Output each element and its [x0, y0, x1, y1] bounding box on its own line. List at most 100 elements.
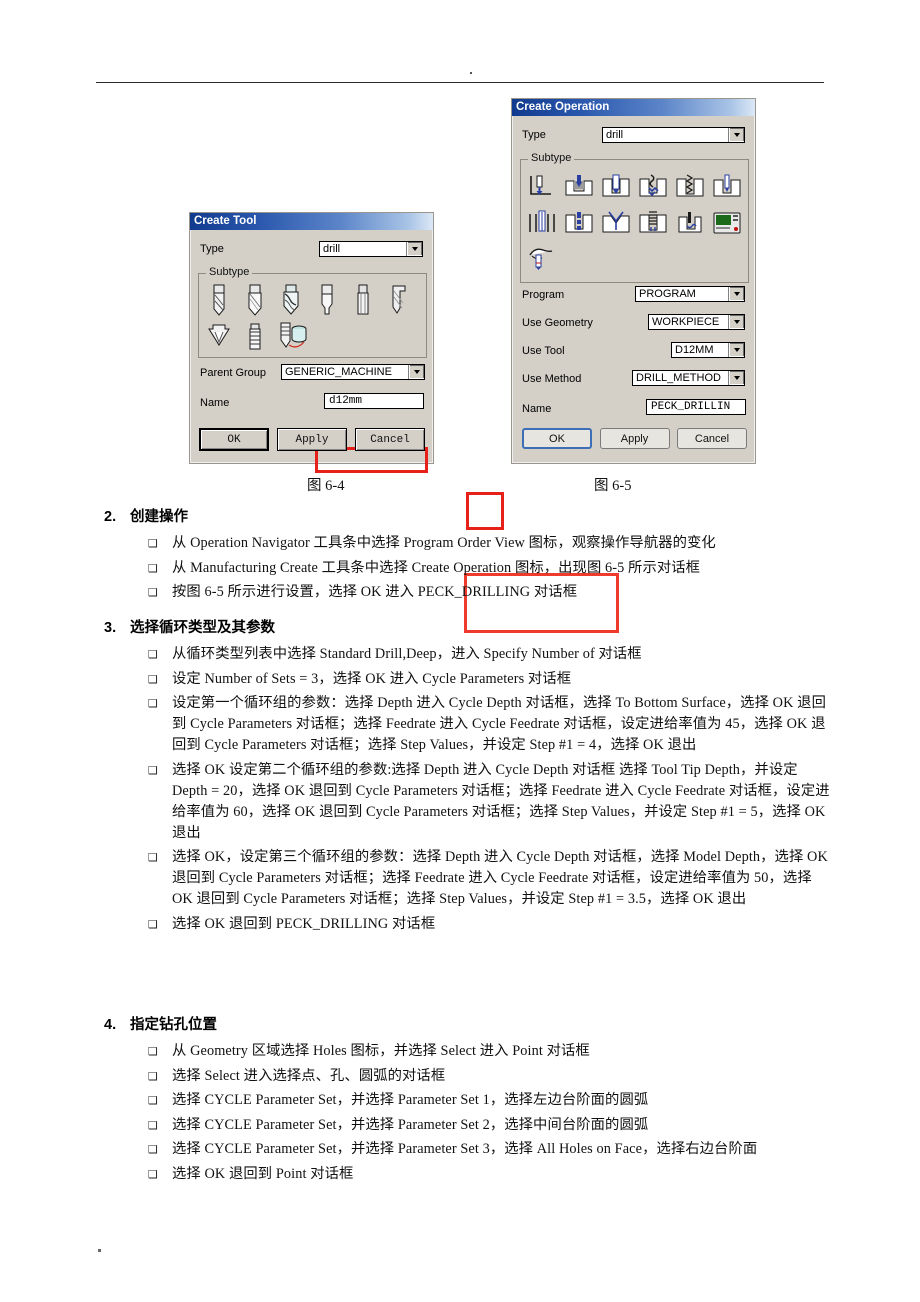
create-operation-type-row: Type drill: [522, 127, 747, 143]
list-item-text: 从循环类型列表中选择 Standard Drill,Deep，进入 Specif…: [172, 646, 642, 662]
create-tool-name-row: Name d12mm: [200, 393, 425, 409]
create-operation-program-combo[interactable]: PROGRAM: [635, 286, 745, 302]
peck-drilling-icon[interactable]: [635, 169, 671, 205]
step-drill-icon[interactable]: [274, 281, 308, 319]
section-3-bullets: ❑ 从循环类型列表中选择 Standard Drill,Deep，进入 Speci…: [148, 644, 836, 938]
apply-button[interactable]: Apply: [277, 428, 347, 451]
create-operation-subtype-grid[interactable]: [524, 169, 746, 273]
list-item-text: 选择 OK 设定第二个循环组的参数:选择 Depth 进入 Cycle Dept…: [172, 761, 830, 841]
create-operation-program-label: Program: [522, 289, 565, 301]
user-defined-drill-icon[interactable]: [524, 241, 560, 273]
create-tool-title: Create Tool: [194, 215, 257, 227]
create-operation-method-label: Use Method: [522, 373, 582, 385]
create-tool-parent-group-value: GENERIC_MACHINE: [285, 366, 392, 378]
bullet-marker: ❑: [148, 586, 158, 599]
list-item: ❑ 选择 OK，设定第三个循环组的参数：选择 Depth 进入 Cycle Dep…: [148, 847, 836, 910]
create-tool-name-value: d12mm: [329, 395, 363, 407]
list-item: ❑ 选择 OK 退回到 PECK_DRILLING 对话框: [148, 914, 836, 935]
figure-caption-left: 图 6-4: [307, 478, 345, 494]
create-tool-parent-group-label: Parent Group: [200, 367, 267, 379]
list-item: ❑ 从 Geometry 区域选择 Holes 图标，并选择 Select 进入 …: [148, 1041, 838, 1062]
list-item: ❑ 从 Operation Navigator 工具条中选择 Program Or…: [148, 533, 848, 554]
create-tool-type-row: Type drill: [200, 241, 425, 257]
ok-button[interactable]: OK: [522, 428, 592, 449]
twist-drill-icon[interactable]: [202, 281, 236, 319]
list-item-text: 选择 OK 退回到 PECK_DRILLING 对话框: [172, 915, 436, 932]
center-drill-icon[interactable]: [310, 281, 344, 319]
list-item-text: 选择 CYCLE Parameter Set，并选择 Parameter Set…: [172, 1116, 649, 1133]
spot-facing-icon[interactable]: [524, 169, 560, 205]
header-dot: [470, 72, 472, 74]
create-operation-method-combo[interactable]: DRILL_METHOD: [632, 370, 745, 386]
spiral-flute-drill-icon[interactable]: [238, 281, 272, 319]
create-operation-geometry-value: WORKPIECE: [652, 316, 720, 328]
chevron-down-icon[interactable]: [728, 371, 744, 385]
list-item-text: 选择 CYCLE Parameter Set，并选择 Parameter Set…: [172, 1141, 758, 1157]
counterbore-drill-icon[interactable]: [382, 281, 416, 319]
hole-milling-icon[interactable]: [672, 205, 708, 241]
bullet-marker: ❑: [148, 697, 158, 710]
section-heading-2: 2. 创建操作: [104, 505, 188, 526]
create-tool-titlebar: Create Tool: [190, 213, 433, 230]
create-tool-parent-group-row: Parent Group GENERIC_MACHINE: [200, 364, 425, 380]
document-page: Create Tool Type drill Subtype Parent Gr…: [0, 0, 920, 1302]
list-item-text: 从 Operation Navigator 工具条中选择 Program Ord…: [172, 535, 716, 551]
tap-icon[interactable]: [238, 319, 272, 355]
create-operation-name-input[interactable]: PECK_DRILLIN: [646, 399, 746, 415]
drilling-icon[interactable]: [598, 169, 634, 205]
tapping-icon[interactable]: [635, 205, 671, 241]
footer-mark: [98, 1249, 101, 1252]
chevron-down-icon[interactable]: [728, 287, 744, 301]
chevron-down-icon[interactable]: [728, 128, 744, 142]
boring-icon[interactable]: [709, 169, 745, 205]
create-tool-button-bar: OK Apply Cancel: [199, 428, 425, 451]
cancel-button[interactable]: Cancel: [677, 428, 747, 449]
cancel-button[interactable]: Cancel: [355, 428, 425, 451]
boring-bar-icon[interactable]: [274, 319, 314, 355]
chevron-down-icon[interactable]: [406, 242, 422, 256]
bullet-marker: ❑: [148, 1167, 158, 1181]
create-operation-geometry-combo[interactable]: WORKPIECE: [648, 314, 745, 330]
bullet-marker: ❑: [148, 672, 158, 686]
create-tool-selected-subtype-highlight: [466, 492, 504, 530]
create-operation-name-value: PECK_DRILLIN: [651, 401, 731, 413]
create-tool-type-combo[interactable]: drill: [319, 241, 423, 257]
create-operation-button-bar: OK Apply Cancel: [522, 428, 747, 449]
create-operation-tool-combo[interactable]: D12MM: [671, 342, 745, 358]
chevron-down-icon[interactable]: [408, 365, 424, 379]
reamer-icon[interactable]: [346, 281, 380, 319]
create-operation-type-combo[interactable]: drill: [602, 127, 745, 143]
list-item-text: 设定 Number of Sets = 3，选择 OK 进入 Cycle Par…: [172, 670, 572, 687]
chevron-down-icon[interactable]: [728, 315, 744, 329]
create-operation-type-label: Type: [522, 129, 546, 141]
create-operation-type-value: drill: [606, 129, 624, 141]
create-tool-parent-group-combo[interactable]: GENERIC_MACHINE: [281, 364, 425, 380]
bullet-marker: ❑: [148, 537, 158, 550]
break-chip-drilling-icon[interactable]: [672, 169, 708, 205]
spot-drilling-icon[interactable]: [561, 169, 597, 205]
section-title-3: 选择循环类型及其参数: [130, 620, 275, 636]
list-item: ❑ 选择 OK 退回到 Point 对话框: [148, 1164, 838, 1185]
create-tool-dialog[interactable]: Create Tool Type drill Subtype Parent Gr…: [189, 212, 619, 633]
list-item: ❑ 设定 Number of Sets = 3，选择 OK 进入 Cycle Pa…: [148, 669, 836, 690]
create-tool-subtype-grid[interactable]: [202, 281, 422, 355]
reaming-icon[interactable]: [524, 205, 560, 241]
list-item-text: 选择 OK，设定第三个循环组的参数：选择 Depth 进入 Cycle Dept…: [172, 849, 828, 907]
section-heading-4: 4. 指定钻孔位置: [104, 1013, 217, 1034]
apply-button[interactable]: Apply: [599, 428, 670, 449]
section-number-3: 3.: [104, 620, 117, 636]
chevron-down-icon[interactable]: [728, 343, 744, 357]
create-operation-dialog[interactable]: Create Operation Type drill Subtype Prog…: [511, 98, 756, 464]
create-operation-method-value: DRILL_METHOD: [636, 372, 721, 384]
create-tool-name-input[interactable]: d12mm: [324, 393, 424, 409]
bullet-marker: ❑: [148, 851, 158, 864]
ok-button[interactable]: OK: [199, 428, 269, 451]
counterboring-icon[interactable]: [561, 205, 597, 241]
bullet-marker: ❑: [148, 1118, 158, 1132]
bullet-marker: ❑: [148, 1045, 158, 1058]
section-title-2: 创建操作: [130, 509, 188, 525]
machine-control-icon[interactable]: [709, 205, 745, 241]
countersinking-icon[interactable]: [598, 205, 634, 241]
list-item-text: 按图 6-5 所示进行设置，选择 OK 进入 PECK_DRILLING 对话框: [172, 584, 578, 600]
countersink-icon[interactable]: [202, 319, 236, 355]
